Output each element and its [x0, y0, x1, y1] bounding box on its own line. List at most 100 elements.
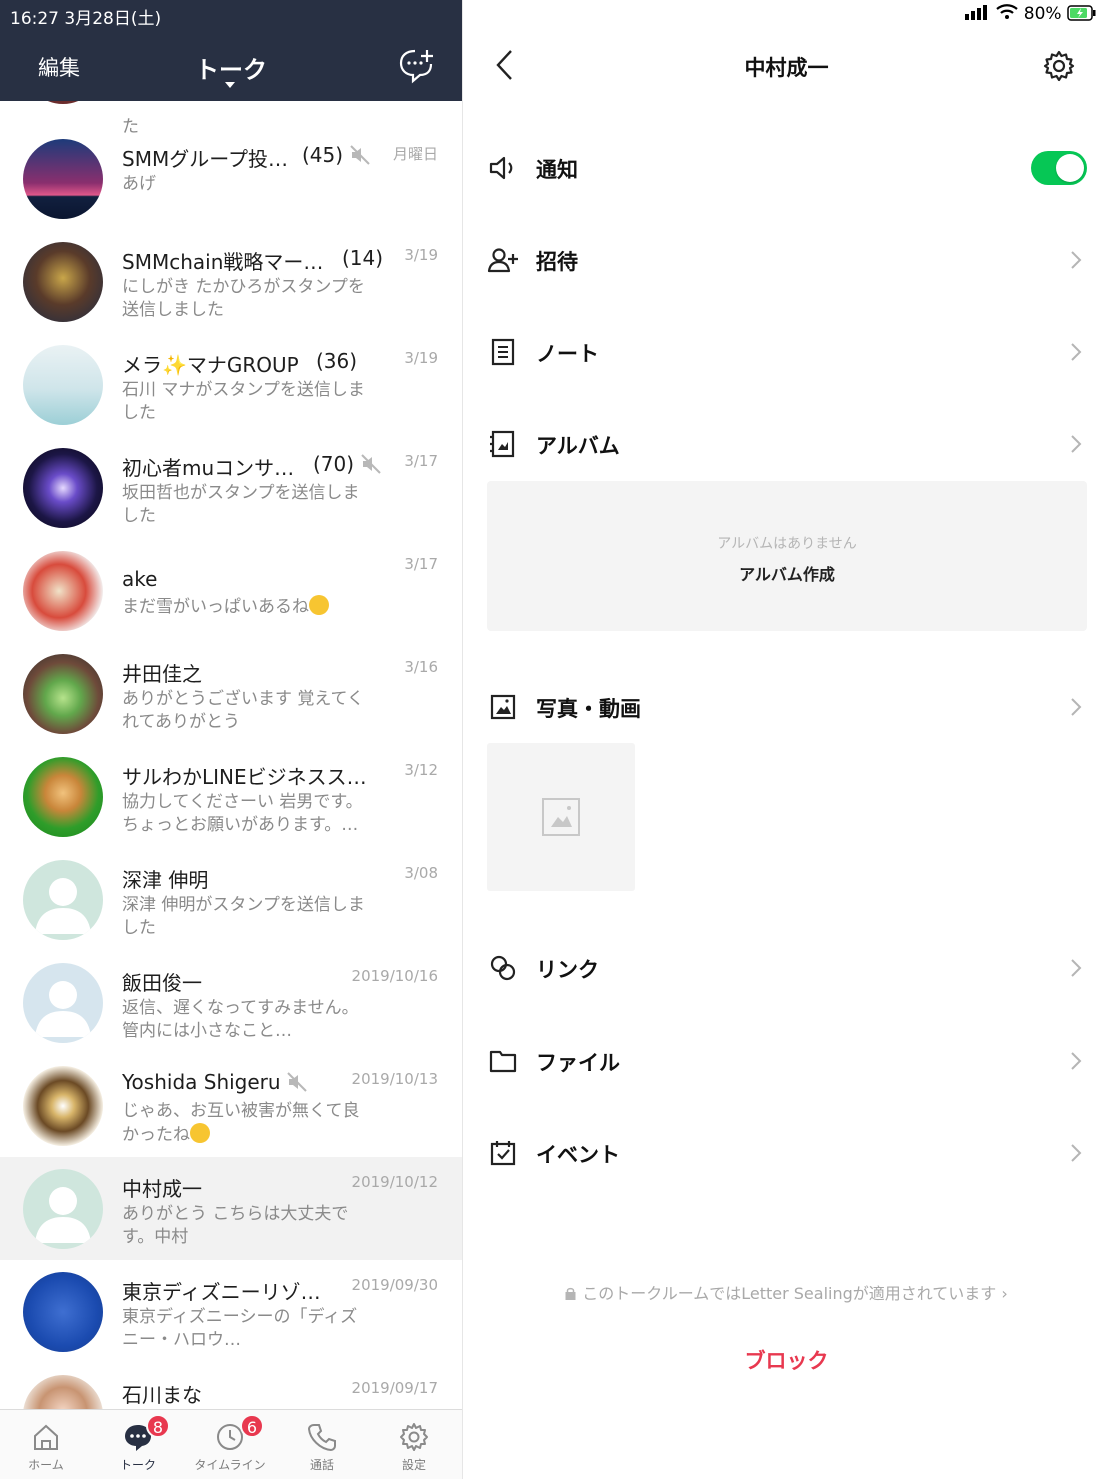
chat-row-selected[interactable]: 中村成一 2019/10/12 ありがとう こちらは大丈夫です。中村	[0, 1157, 462, 1260]
photo-icon	[490, 694, 516, 720]
phone-icon	[307, 1424, 336, 1452]
chat-name: SMMchain戦略マー…	[122, 250, 324, 274]
chat-row[interactable]: ake 3/17 まだ雪がいっぱいあるね	[0, 539, 462, 642]
avatar	[23, 242, 103, 322]
menu-label: ノート	[536, 342, 599, 366]
chat-message: 深津 伸明がスタンプを送信しました	[122, 895, 365, 938]
signal-icon	[964, 5, 987, 20]
chat-message: 協力してくださーい 岩男です。ちょっとお願いがあります。…	[122, 792, 363, 835]
avatar	[23, 860, 103, 940]
lock-icon	[565, 1287, 576, 1300]
chat-date: 2019/10/12	[351, 1173, 438, 1191]
block-button[interactable]: ブロック	[463, 1345, 1109, 1375]
menu-label: 通知	[536, 158, 578, 182]
avatar	[23, 139, 103, 219]
tab-settings[interactable]: 設定	[368, 1410, 460, 1479]
chevron-right-icon	[1071, 251, 1082, 269]
files-row[interactable]: ファイル	[463, 1031, 1109, 1091]
invite-row[interactable]: 招待	[463, 230, 1109, 290]
menu-label: イベント	[536, 1143, 620, 1167]
chat-row[interactable]: サルわかLINEビジネスス… 3/12 協力してくださーい 岩男です。ちょっとお…	[0, 745, 462, 848]
chat-name: 初心者muコンサ…	[122, 456, 295, 480]
chevron-right-icon: ›	[996, 1284, 1008, 1303]
battery-percent: 80%	[1023, 4, 1062, 24]
note-row[interactable]: ノート	[463, 322, 1109, 382]
tab-label: タイムライン	[194, 1458, 266, 1472]
chevron-right-icon	[1071, 435, 1082, 453]
chat-message: 東京ディズニーシーの「ディズニー・ハロウ…	[122, 1307, 358, 1350]
chat-row[interactable]: SMMchain戦略マー… (14) 3/19 にしがき たかひろがスタンプを送…	[0, 230, 462, 333]
tab-talk[interactable]: 8 トーク	[92, 1410, 184, 1479]
new-chat-icon[interactable]	[398, 48, 436, 84]
tab-label: 設定	[401, 1458, 426, 1472]
chat-date: 2019/09/30	[351, 1276, 438, 1294]
album-icon	[490, 430, 515, 458]
chat-member-count: (36)	[316, 349, 358, 373]
chat-name: 井田佳之	[122, 662, 202, 686]
links-row[interactable]: リンク	[463, 938, 1109, 998]
album-empty-box[interactable]: アルバムはありません アルバム作成	[487, 481, 1087, 631]
speaker-icon	[489, 156, 513, 180]
chat-row[interactable]: 東京ディズニーリゾ… 2019/09/30 東京ディズニーシーの「ディズニー・ハ…	[0, 1260, 462, 1363]
chat-date: 3/19	[404, 246, 438, 264]
page-title[interactable]: トーク	[0, 50, 462, 85]
link-icon	[490, 955, 516, 981]
avatar	[23, 1066, 103, 1146]
tab-call[interactable]: 通話	[276, 1410, 368, 1479]
chat-date: 3/16	[404, 658, 438, 676]
chat-message: にしがき たかひろがスタンプを送信しました	[122, 277, 365, 320]
chat-row[interactable]: 初心者muコンサ… (70) 3/17 坂田哲也がスタンプを送信しました	[0, 436, 462, 539]
album-row[interactable]: アルバム	[463, 414, 1109, 474]
chat-message: まだ雪がいっぱいあるね	[122, 595, 372, 619]
chat-row[interactable]: 井田佳之 3/16 ありがとうございます 覚えてくれてありがとう	[0, 642, 462, 745]
notification-toggle[interactable]	[1031, 151, 1087, 185]
chat-row[interactable]: メラ✨マナGROUP (36) 3/19 石川 マナがスタンプを送信しました	[0, 333, 462, 436]
note-icon	[491, 338, 515, 366]
mute-icon	[350, 145, 370, 165]
create-album-button[interactable]: アルバム作成	[487, 561, 1087, 585]
chat-name: 中村成一	[122, 1177, 202, 1201]
toggle-knob	[1056, 154, 1084, 182]
mute-icon	[361, 454, 381, 474]
avatar	[23, 345, 103, 425]
tab-label: トーク	[119, 1458, 156, 1472]
chat-row-partial[interactable]: た	[0, 101, 462, 137]
chat-name: メラ✨マナGROUP	[122, 353, 299, 377]
chat-message: あげ	[122, 174, 156, 194]
chevron-right-icon	[1071, 698, 1082, 716]
message-text: じゃあ、お互い被害が無くて良かったね	[122, 1101, 360, 1145]
chat-date: 3/12	[404, 761, 438, 779]
settings-gear-icon[interactable]	[1043, 50, 1075, 82]
chat-date: 3/17	[404, 452, 438, 470]
chat-name: SMMグループ投…	[122, 147, 289, 171]
tab-home[interactable]: ホーム	[0, 1410, 92, 1479]
avatar	[23, 1375, 103, 1409]
chat-list-pane: 16:27 3月28日(土) 編集 トーク た SMMグループ投… (45) 月…	[0, 0, 462, 1479]
letter-sealing-notice[interactable]: このトークルームではLetter Sealingが適用されています ›	[463, 1280, 1109, 1304]
photo-thumbnail-placeholder[interactable]	[487, 743, 635, 891]
avatar	[23, 757, 103, 837]
photos-row[interactable]: 写真・動画	[463, 677, 1109, 737]
chat-name: 東京ディズニーリゾ…	[122, 1280, 321, 1304]
wifi-icon	[996, 4, 1019, 19]
chat-row[interactable]: Yoshida Shigeru 2019/10/13 じゃあ、お互い被害が無くて…	[0, 1054, 462, 1157]
chevron-right-icon	[1071, 1052, 1082, 1070]
chat-row[interactable]: SMMグループ投… (45) 月曜日 あげ	[0, 127, 462, 230]
chat-row[interactable]: 深津 伸明 3/08 深津 伸明がスタンプを送信しました	[0, 848, 462, 951]
chat-list[interactable]: た SMMグループ投… (45) 月曜日 あげ SMMchain戦略マー… (1…	[0, 101, 462, 1409]
chat-row[interactable]: 石川まな 2019/09/17	[0, 1363, 462, 1409]
album-empty-text: アルバムはありません	[717, 536, 857, 552]
events-row[interactable]: イベント	[463, 1123, 1109, 1183]
message-text: まだ雪がいっぱいあるね	[122, 597, 309, 617]
home-icon	[34, 1424, 58, 1450]
chat-message: ありがとうございます 覚えてくれてありがとう	[122, 689, 365, 732]
chat-row[interactable]: 飯田俊一 2019/10/16 返信、遅くなってすみません。管内には小さなこと…	[0, 951, 462, 1054]
avatar	[23, 654, 103, 734]
tab-timeline[interactable]: 6 タイムライン	[184, 1410, 276, 1479]
menu-label: ファイル	[536, 1051, 620, 1075]
menu-label: 招待	[536, 250, 578, 274]
chat-message: 返信、遅くなってすみません。管内には小さなこと…	[122, 998, 359, 1041]
menu-label: アルバム	[536, 434, 620, 458]
caret-down-icon[interactable]	[225, 82, 235, 88]
chat-message: 坂田哲也がスタンプを送信しました	[122, 483, 360, 526]
